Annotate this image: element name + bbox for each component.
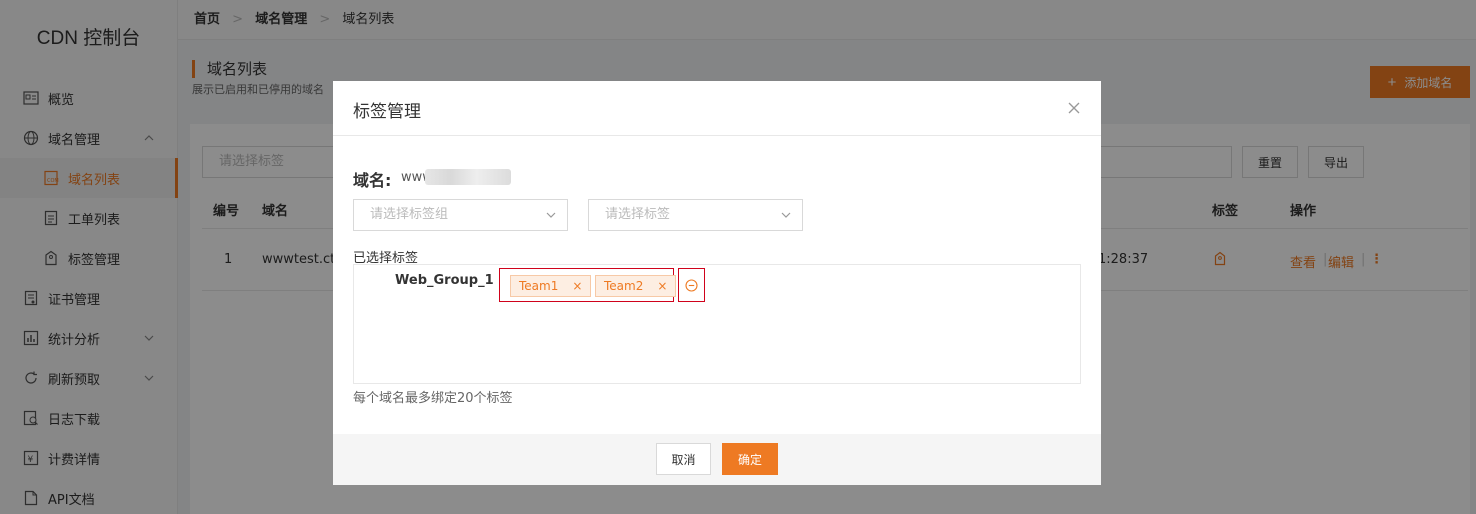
confirm-button[interactable]: 确定 [722, 443, 778, 475]
remove-tag-icon[interactable]: × [572, 279, 582, 293]
domain-redacted-mask [425, 169, 511, 185]
modal-footer: 取消 确定 [333, 434, 1101, 485]
minus-circle-icon [685, 278, 698, 292]
tag-group-name: Web_Group_1 [395, 273, 494, 288]
tag-chip-label: Team1 [519, 279, 559, 293]
tag-select[interactable]: 请选择标签 [588, 199, 803, 231]
tag-group-placeholder: 请选择标签组 [370, 207, 449, 222]
tag-chip: Team2 × [595, 275, 677, 297]
selected-tags-group: Team1 × Team2 × [499, 268, 677, 302]
tag-management-modal: 标签管理 域名: www 请选择标签组 请选择标签 已选择标签 Web_Grou… [333, 81, 1101, 485]
chevron-down-icon [781, 212, 791, 218]
domain-label: 域名: [353, 171, 392, 190]
cancel-button[interactable]: 取消 [656, 443, 711, 475]
remove-tag-icon[interactable]: × [657, 279, 667, 293]
close-icon[interactable] [1067, 101, 1081, 115]
remove-group-button[interactable] [678, 268, 705, 302]
modal-title: 标签管理 [333, 81, 1101, 136]
chevron-down-icon [546, 212, 556, 218]
tag-chip: Team1 × [510, 275, 592, 297]
tag-limit-hint: 每个域名最多绑定20个标签 [353, 391, 513, 406]
tag-chip-label: Team2 [604, 279, 644, 293]
tag-group-select[interactable]: 请选择标签组 [353, 199, 568, 231]
selected-tags-box: Web_Group_1 Team1 × Team2 × [353, 264, 1081, 384]
tag-placeholder: 请选择标签 [605, 207, 671, 222]
